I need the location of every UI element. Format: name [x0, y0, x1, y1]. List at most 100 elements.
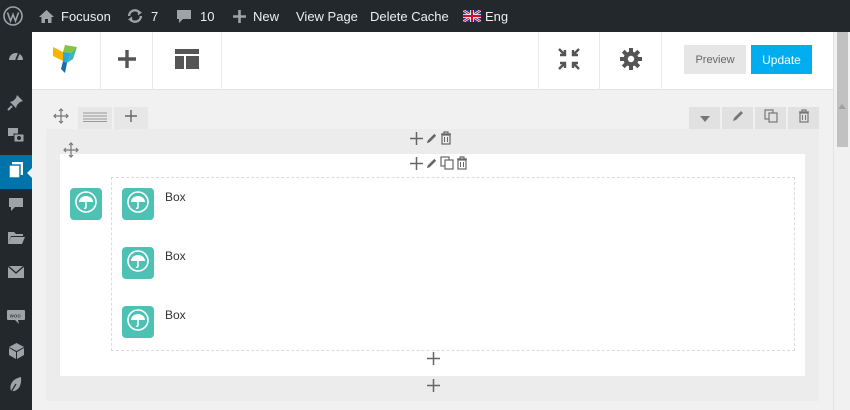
row-clone-button[interactable] [753, 107, 786, 129]
fullscreen-toggle-button[interactable] [539, 32, 599, 90]
menu-media[interactable] [0, 120, 32, 154]
mail-icon [7, 264, 25, 284]
row-controls-right [687, 107, 819, 129]
pencil-icon[interactable] [425, 132, 438, 150]
layout-icon [174, 48, 200, 75]
trash-icon [798, 108, 810, 128]
site-name: Focuson [61, 8, 111, 24]
clone-icon [763, 108, 778, 128]
column-inline-controls [410, 156, 468, 175]
add-element-icon[interactable] [410, 156, 423, 175]
pencil-icon [731, 109, 745, 128]
menu-woocommerce[interactable]: woo [0, 302, 32, 336]
add-element-icon[interactable] [410, 131, 423, 150]
page-builder-toolbar: Preview Update [32, 32, 833, 90]
row-inline-controls [410, 131, 452, 150]
leaf-icon [8, 376, 24, 399]
plus-icon [426, 352, 440, 370]
comment-icon [8, 197, 24, 217]
new-content-link[interactable]: New [233, 0, 279, 32]
umbrella-icon [127, 190, 149, 218]
admin-bar: Focuson 7 10 New View Page Delete Cache … [0, 0, 850, 32]
row-body: Box Box Box [46, 129, 819, 401]
move-icon [63, 141, 79, 163]
row-move-handle[interactable] [46, 107, 78, 129]
row-add-element-button[interactable] [426, 379, 440, 397]
umbrella-icon [127, 249, 149, 277]
view-page-link[interactable]: View Page [296, 0, 358, 32]
trash-icon[interactable] [456, 156, 468, 175]
updates-count: 7 [151, 8, 159, 24]
clone-icon[interactable] [440, 156, 454, 175]
builder-canvas: Box Box Box [32, 91, 833, 410]
menu-dashboard[interactable] [0, 41, 32, 75]
collapse-icon [557, 47, 581, 76]
row-toggle-button[interactable] [687, 107, 720, 129]
menu-comments[interactable] [0, 190, 32, 224]
column-element: Box Box Box [60, 141, 805, 376]
menu-products[interactable] [0, 336, 32, 370]
uk-flag-icon [463, 10, 481, 22]
language-switcher[interactable]: Eng [463, 0, 508, 32]
inner-container: Box Box Box [111, 177, 795, 351]
wordpress-logo-icon[interactable] [3, 0, 25, 32]
trash-icon[interactable] [440, 131, 452, 150]
language-label: Eng [485, 8, 509, 24]
media-icon [7, 126, 25, 149]
row-delete-button[interactable] [786, 107, 819, 129]
settings-button[interactable] [600, 32, 661, 90]
menu-appearance[interactable] [0, 370, 32, 404]
builder-logo[interactable] [32, 32, 100, 90]
gear-icon [619, 47, 643, 76]
folder-icon [7, 230, 25, 250]
comments-link[interactable]: 10 [176, 0, 214, 32]
row-controls-left [46, 107, 150, 129]
umbrella-icon [127, 308, 149, 336]
box-element-label: Box [165, 249, 186, 263]
menu-files[interactable] [0, 223, 32, 257]
pages-icon [8, 161, 24, 184]
woocommerce-icon: woo [6, 309, 26, 330]
plus-icon [117, 49, 137, 74]
updates-link[interactable]: 7 [126, 0, 158, 32]
row-add-column-button[interactable] [114, 107, 150, 129]
container-element-icon[interactable] [70, 188, 102, 220]
row-element: Box Box Box [46, 107, 819, 401]
box-element-label: Box [165, 308, 186, 322]
row-edit-button[interactable] [720, 107, 753, 129]
move-icon [53, 107, 69, 129]
dashboard-icon [7, 47, 25, 70]
update-button[interactable]: Update [751, 45, 812, 74]
refresh-icon [126, 8, 144, 24]
row-layout-icon [83, 109, 107, 127]
box-element-icon[interactable] [122, 306, 154, 338]
comment-icon [176, 9, 192, 24]
preview-button[interactable]: Preview [684, 45, 746, 74]
visual-composer-logo-icon [51, 43, 81, 80]
svg-text:woo: woo [10, 313, 22, 319]
plus-icon [426, 379, 440, 397]
caret-down-icon [699, 109, 710, 127]
menu-posts[interactable] [0, 87, 32, 121]
templates-button[interactable] [153, 32, 221, 90]
add-element-button[interactable] [101, 32, 152, 90]
box-element-icon[interactable] [122, 247, 154, 279]
site-name-link[interactable]: Focuson [38, 0, 111, 32]
pencil-icon[interactable] [425, 157, 438, 175]
menu-pages[interactable] [0, 155, 33, 189]
column-add-element-button[interactable] [426, 352, 440, 370]
column-move-handle[interactable] [60, 141, 82, 163]
new-label: New [253, 8, 280, 24]
plus-icon [233, 9, 246, 23]
umbrella-icon [75, 190, 97, 218]
row-layout-button[interactable] [78, 107, 114, 129]
delete-cache-link[interactable]: Delete Cache [370, 0, 449, 32]
pin-icon [7, 93, 25, 116]
box-icon [8, 342, 25, 365]
vertical-scrollbar[interactable] [833, 32, 850, 410]
menu-mail[interactable] [0, 257, 32, 291]
view-page-label: View Page [296, 8, 358, 24]
scroll-up-arrow-icon[interactable] [838, 104, 846, 109]
scrollbar-thumb[interactable] [837, 32, 848, 147]
box-element-icon[interactable] [122, 188, 154, 220]
